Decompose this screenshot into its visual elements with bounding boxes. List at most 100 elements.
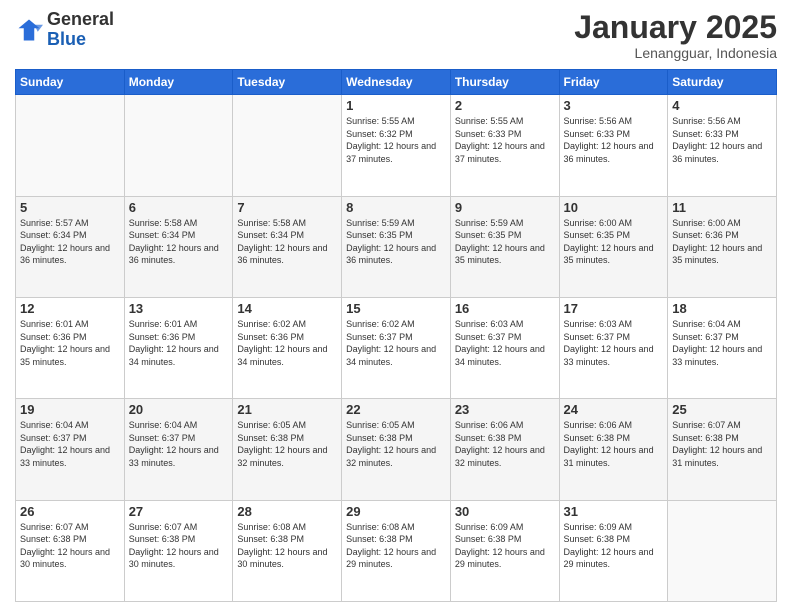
- day-info: Sunrise: 6:06 AM Sunset: 6:38 PM Daylight:…: [564, 419, 664, 469]
- sunset-text: Sunset: 6:35 PM: [455, 230, 522, 240]
- logo-text: General Blue: [47, 10, 114, 50]
- sunset-text: Sunset: 6:37 PM: [564, 332, 631, 342]
- daylight-text: Daylight: 12 hours and 33 minutes.: [129, 445, 219, 468]
- calendar-cell: 28 Sunrise: 6:08 AMSunset: 6:38 PMDayligh…: [233, 500, 342, 601]
- day-info: Sunrise: 6:07 AMSunset: 6:38 PMDaylight:…: [20, 521, 120, 571]
- day-info: Sunrise: 6:07 AMSunset: 6:38 PMDaylight:…: [672, 419, 772, 469]
- sunset-text: Sunset: 6:38 PM: [564, 433, 631, 443]
- calendar-cell: 2 Sunrise: 5:55 AMSunset: 6:33 PMDaylight…: [450, 95, 559, 196]
- calendar-cell: [124, 95, 233, 196]
- sunset-text: Sunset: 6:33 PM: [455, 129, 522, 139]
- sunrise-text: Sunrise: 6:04 AM: [129, 420, 198, 430]
- col-wednesday: Wednesday: [342, 70, 451, 95]
- sunrise-text: Sunrise: 6:02 AM: [237, 319, 306, 329]
- sunset-text: Sunset: 6:35 PM: [564, 230, 631, 240]
- sunset-text: Sunset: 6:34 PM: [20, 230, 87, 240]
- calendar-cell: 10 Sunrise: 6:00 AM Sunset: 6:35 PM Dayligh…: [559, 196, 668, 297]
- sunrise-text: Sunrise: 5:58 AM: [237, 218, 306, 228]
- day-info: Sunrise: 6:04 AMSunset: 6:37 PMDaylight:…: [672, 318, 772, 368]
- day-info: Sunrise: 6:02 AMSunset: 6:36 PMDaylight:…: [237, 318, 337, 368]
- title-block: January 2025 Lenangguar, Indonesia: [574, 10, 777, 61]
- daylight-text: Daylight: 12 hours and 33 minutes.: [20, 445, 110, 468]
- sunrise-text: Sunrise: 6:05 AM: [346, 420, 415, 430]
- day-info: Sunrise: 6:09 AMSunset: 6:38 PMDaylight:…: [564, 521, 664, 571]
- day-info: Sunrise: 6:08 AMSunset: 6:38 PMDaylight:…: [237, 521, 337, 571]
- daylight-text: Daylight: 12 hours and 36 minutes.: [129, 243, 219, 266]
- day-number: 14: [237, 301, 337, 316]
- day-number: 7: [237, 200, 337, 215]
- sunset-text: Sunset: 6:38 PM: [237, 534, 304, 544]
- daylight-text: Daylight: 12 hours and 33 minutes.: [672, 344, 762, 367]
- sunset-text: Sunset: 6:35 PM: [346, 230, 413, 240]
- daylight-text: Daylight: 12 hours and 35 minutes.: [564, 243, 654, 266]
- calendar-cell: 7Sunrise: 5:58 AMSunset: 6:34 PMDaylight…: [233, 196, 342, 297]
- day-number: 31: [564, 504, 664, 519]
- sunrise-text: Sunrise: 6:04 AM: [672, 319, 741, 329]
- sunrise-text: Sunrise: 6:07 AM: [129, 522, 198, 532]
- sunrise-text: Sunrise: 6:06 AM: [564, 420, 633, 430]
- day-number: 10: [564, 200, 664, 215]
- calendar-cell: 9Sunrise: 5:59 AMSunset: 6:35 PMDaylight…: [450, 196, 559, 297]
- daylight-text: Daylight: 12 hours and 30 minutes.: [237, 547, 327, 570]
- calendar-header: Sunday Monday Tuesday Wednesday Thursday…: [16, 70, 777, 95]
- daylight-text: Daylight: 12 hours and 37 minutes.: [346, 141, 436, 164]
- day-number: 28: [237, 504, 337, 519]
- sunset-text: Sunset: 6:37 PM: [129, 433, 196, 443]
- day-info: Sunrise: 6:04 AMSunset: 6:37 PMDaylight:…: [20, 419, 120, 469]
- daylight-text: Daylight: 12 hours and 31 minutes.: [564, 445, 654, 468]
- calendar-cell: 13Sunrise: 6:01 AMSunset: 6:36 PMDayligh…: [124, 297, 233, 398]
- day-info: Sunrise: 5:55 AMSunset: 6:32 PMDaylight:…: [346, 115, 446, 165]
- day-info: Sunrise: 6:09 AMSunset: 6:38 PMDaylight:…: [455, 521, 555, 571]
- sunset-text: Sunset: 6:33 PM: [672, 129, 739, 139]
- daylight-text: Daylight: 12 hours and 29 minutes.: [455, 547, 545, 570]
- day-info: Sunrise: 5:55 AMSunset: 6:33 PMDaylight:…: [455, 115, 555, 165]
- daylight-text: Daylight: 12 hours and 37 minutes.: [455, 141, 545, 164]
- sunrise-text: Sunrise: 6:08 AM: [346, 522, 415, 532]
- day-number: 13: [129, 301, 229, 316]
- sunrise-text: Sunrise: 6:01 AM: [129, 319, 198, 329]
- sunrise-text: Sunrise: 6:05 AM: [237, 420, 306, 430]
- sunrise-text: Sunrise: 6:04 AM: [20, 420, 89, 430]
- sunrise-text: Sunrise: 6:07 AM: [672, 420, 741, 430]
- calendar-cell: 19Sunrise: 6:04 AMSunset: 6:37 PMDayligh…: [16, 399, 125, 500]
- calendar-cell: 18Sunrise: 6:04 AMSunset: 6:37 PMDayligh…: [668, 297, 777, 398]
- day-info: Sunrise: 5:56 AMSunset: 6:33 PMDaylight:…: [672, 115, 772, 165]
- day-info: Sunrise: 6:04 AM Sunset: 6:37 PM Daylight:…: [129, 419, 229, 469]
- sunset-text: Sunset: 6:38 PM: [20, 534, 87, 544]
- calendar-cell: 15Sunrise: 6:02 AMSunset: 6:37 PMDayligh…: [342, 297, 451, 398]
- day-info: Sunrise: 5:58 AM Sunset: 6:34 PM Daylight:…: [129, 217, 229, 267]
- day-number: 12: [20, 301, 120, 316]
- sunrise-text: Sunrise: 6:06 AM: [455, 420, 524, 430]
- sunrise-text: Sunrise: 6:02 AM: [346, 319, 415, 329]
- sunrise-text: Sunrise: 5:58 AM: [129, 218, 198, 228]
- week-row-1: 5Sunrise: 5:57 AMSunset: 6:34 PMDaylight…: [16, 196, 777, 297]
- calendar-cell: 14 Sunrise: 6:02 AMSunset: 6:36 PMDayligh…: [233, 297, 342, 398]
- sunset-text: Sunset: 6:38 PM: [129, 534, 196, 544]
- calendar-cell: 21Sunrise: 6:05 AMSunset: 6:38 PMDayligh…: [233, 399, 342, 500]
- day-info: Sunrise: 5:57 AMSunset: 6:34 PMDaylight:…: [20, 217, 120, 267]
- calendar-cell: 8Sunrise: 5:59 AMSunset: 6:35 PMDaylight…: [342, 196, 451, 297]
- col-sunday: Sunday: [16, 70, 125, 95]
- day-number: 27: [129, 504, 229, 519]
- calendar-cell: 5Sunrise: 5:57 AMSunset: 6:34 PMDaylight…: [16, 196, 125, 297]
- day-number: 4: [672, 98, 772, 113]
- day-number: 2: [455, 98, 555, 113]
- calendar-cell: 20Sunrise: 6:04 AMSunset: 6:37 PMDayligh…: [124, 399, 233, 500]
- day-info: Sunrise: 6:02 AMSunset: 6:37 PMDaylight:…: [346, 318, 446, 368]
- calendar-cell: 3Sunrise: 5:56 AMSunset: 6:33 PMDaylight…: [559, 95, 668, 196]
- sunrise-text: Sunrise: 5:59 AM: [455, 218, 524, 228]
- sunrise-text: Sunrise: 6:00 AM: [564, 218, 633, 228]
- sunset-text: Sunset: 6:34 PM: [129, 230, 196, 240]
- calendar-cell: [668, 500, 777, 601]
- day-number: 9: [455, 200, 555, 215]
- sunrise-text: Sunrise: 6:07 AM: [20, 522, 89, 532]
- day-info: Sunrise: 5:59 AMSunset: 6:35 PMDaylight:…: [346, 217, 446, 267]
- day-number: 21: [237, 402, 337, 417]
- calendar-cell: 17Sunrise: 6:03 AMSunset: 6:37 PMDayligh…: [559, 297, 668, 398]
- logo-blue: Blue: [47, 29, 86, 49]
- calendar-cell: 25Sunrise: 6:07 AMSunset: 6:38 PMDayligh…: [668, 399, 777, 500]
- sunset-text: Sunset: 6:38 PM: [346, 433, 413, 443]
- calendar-cell: 23Sunrise: 6:06 AMSunset: 6:38 PMDayligh…: [450, 399, 559, 500]
- col-tuesday: Tuesday: [233, 70, 342, 95]
- calendar-body: 1Sunrise: 5:55 AMSunset: 6:32 PMDaylight…: [16, 95, 777, 602]
